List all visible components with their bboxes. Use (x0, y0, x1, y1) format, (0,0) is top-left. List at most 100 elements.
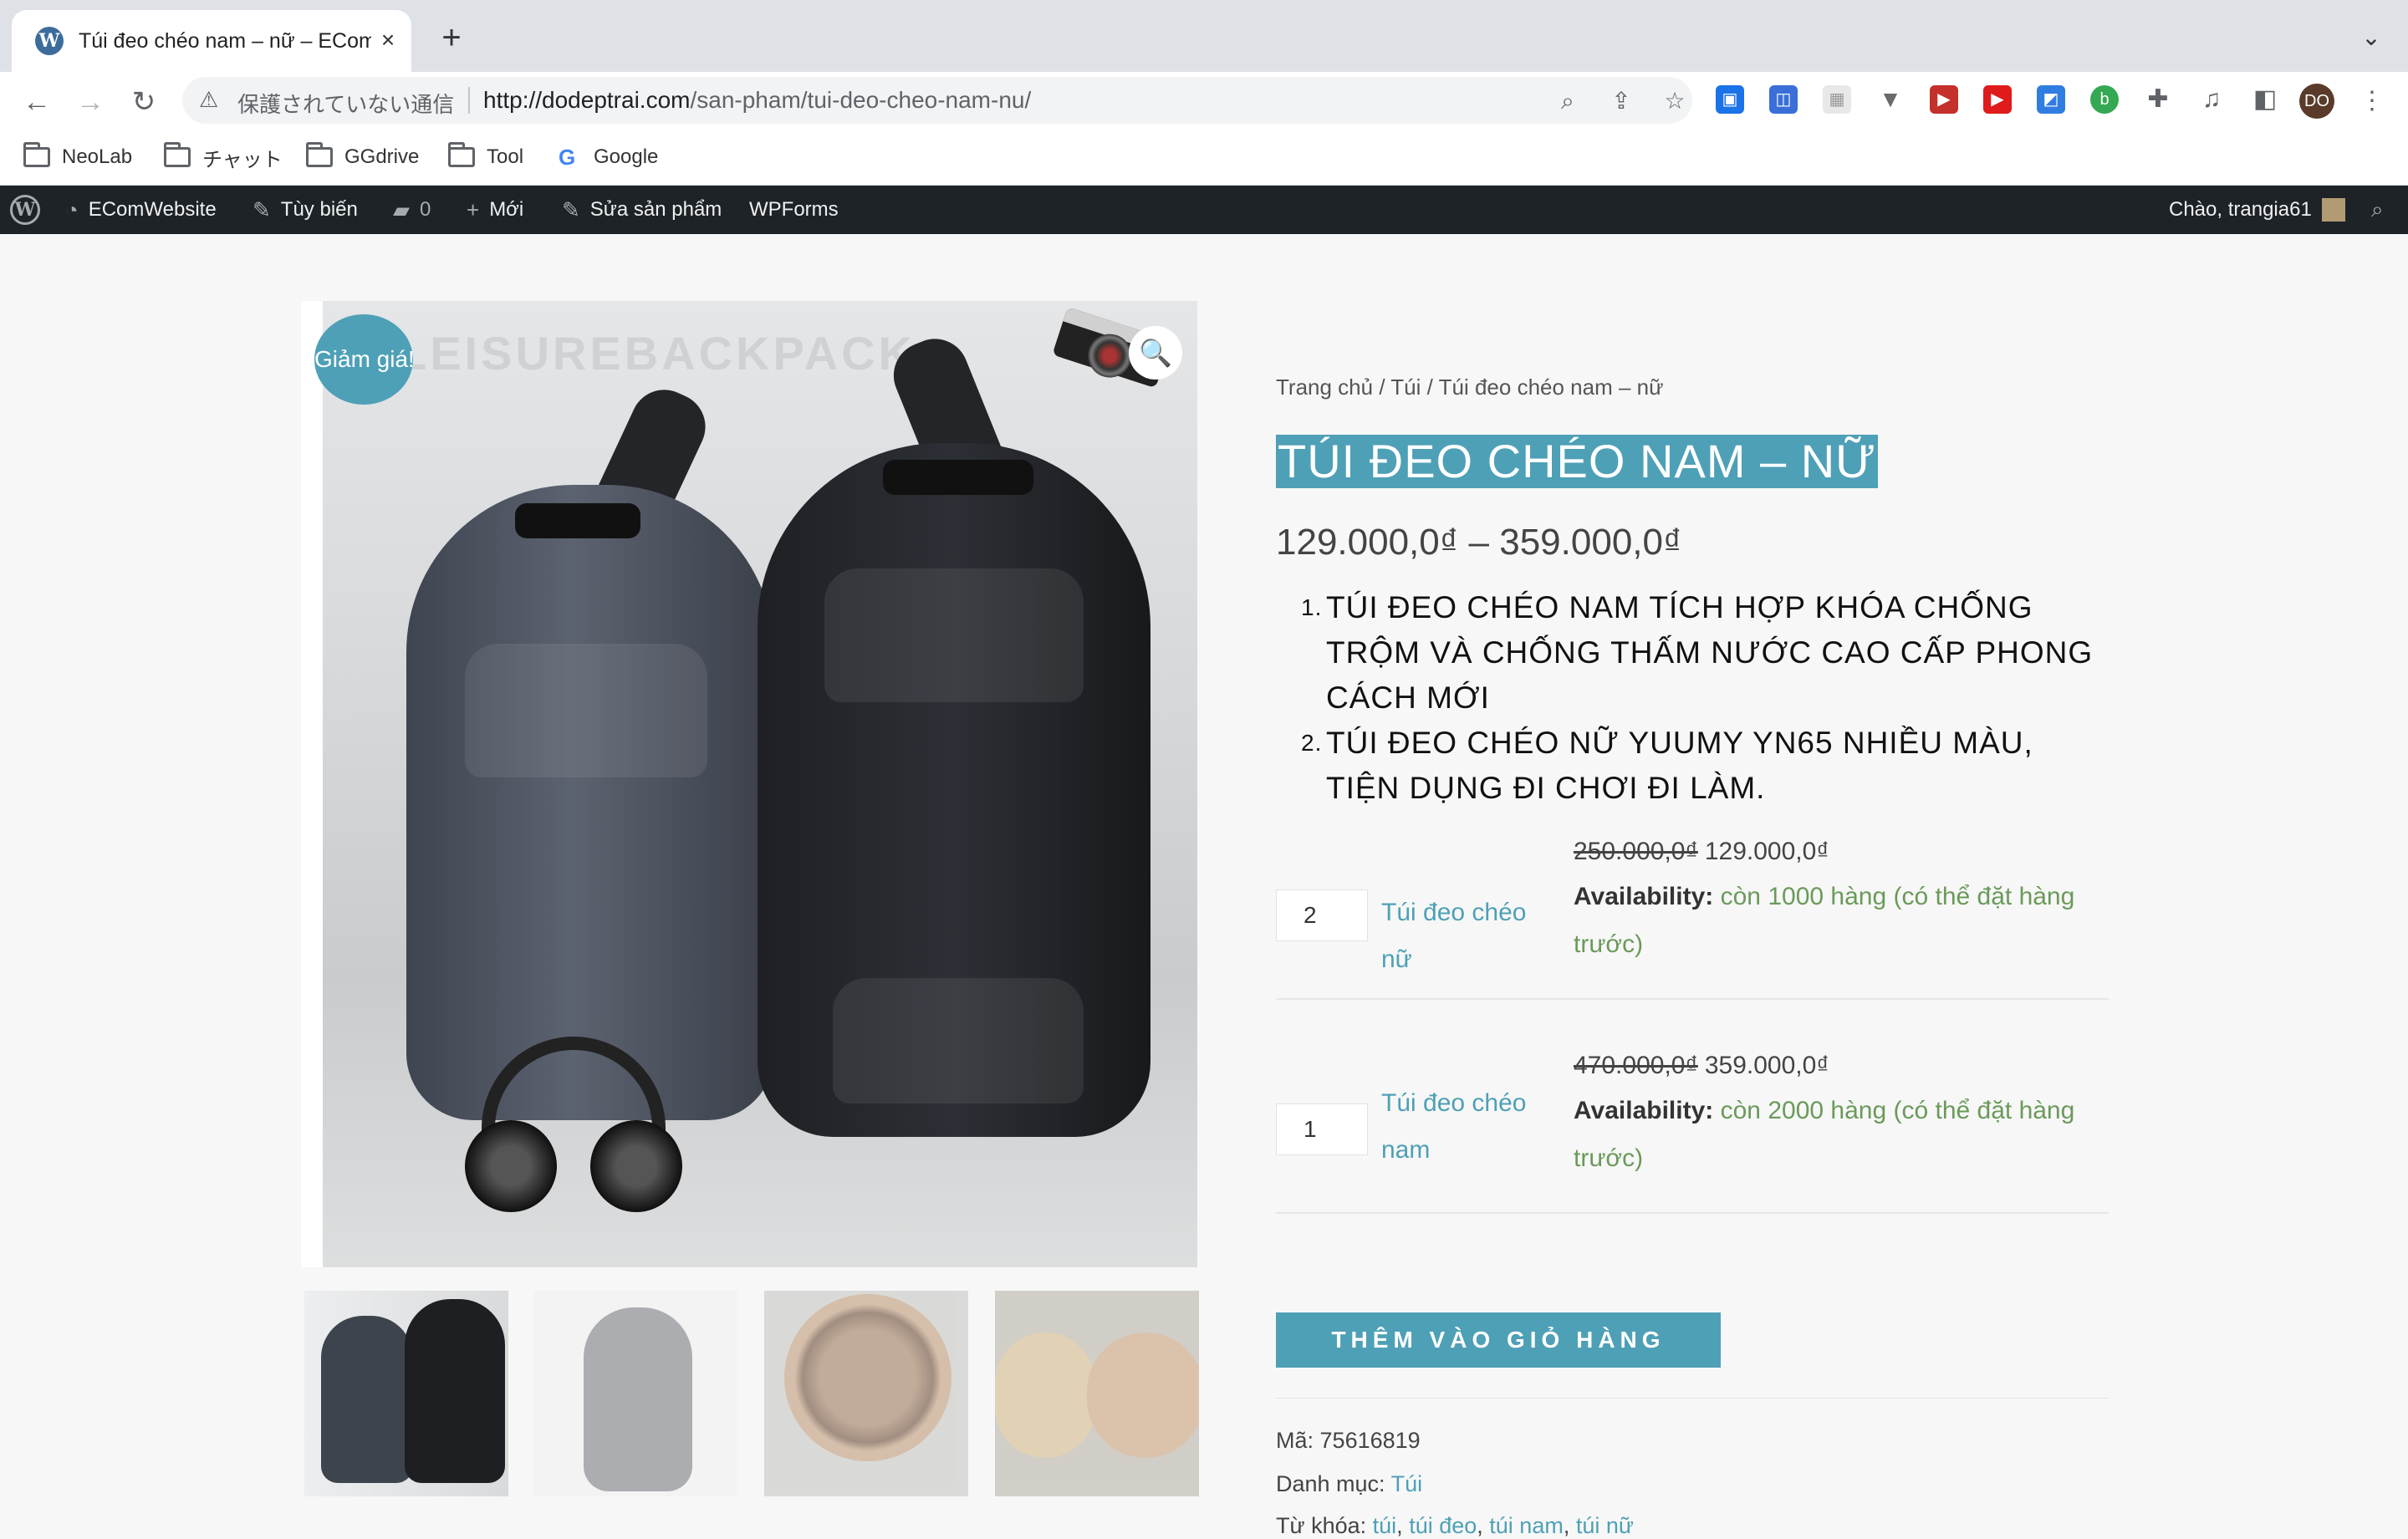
paintbrush-icon: ✎ (253, 196, 271, 222)
old-price: 250.000,0₫ (1574, 838, 1698, 865)
list-number: 2. (1301, 730, 1323, 756)
media-control-icon[interactable]: ♫ (2197, 85, 2226, 114)
extension-5-icon[interactable]: ▶ (1930, 85, 1958, 114)
quantity-input[interactable]: 2 (1276, 889, 1368, 941)
bag-gray (406, 485, 774, 1120)
zoom-magnifier-icon[interactable]: 🔍 (1129, 326, 1182, 380)
category-link[interactable]: Túi (1391, 1471, 1423, 1496)
new-label: Mới (489, 198, 524, 221)
bookmark-label: NeoLab (62, 145, 133, 168)
share-icon[interactable]: ⇪ (1607, 87, 1635, 115)
bookmark-google[interactable]: G Google (559, 142, 658, 172)
bookmark-label: GGdrive (344, 145, 420, 168)
wp-search-icon[interactable]: ⌕ (2371, 186, 2394, 234)
wpforms-label: WPForms (749, 198, 839, 221)
wp-new[interactable]: + Mới (467, 186, 523, 234)
tab-title: Túi đeo chéo nam – nữ – ECom (79, 29, 371, 53)
security-label: 保護されていない通信 (237, 92, 455, 117)
extension-youtube-icon[interactable]: ▶ (1983, 85, 2012, 114)
sale-price: 359.000,0₫ (1704, 1052, 1829, 1079)
url-text[interactable]: http://dodeptrai.com/san-pham/tui-deo-ch… (483, 87, 1031, 114)
google-icon: G (559, 145, 576, 170)
thumbnail-1[interactable] (304, 1291, 508, 1496)
variant-price: 250.000,0₫ 129.000,0₫ (1574, 838, 1829, 866)
wp-site-name[interactable]: ◔ EComWebsite (65, 186, 217, 234)
zoom-icon[interactable]: ⌕ (1553, 87, 1582, 115)
product-tags: Từ khóa: túi, túi đeo, túi nam, túi nữ (1276, 1513, 1634, 1538)
extension-vue-icon[interactable]: ▼ (1876, 85, 1905, 114)
availability-label: Availability: (1574, 883, 1714, 910)
thumb-bag (321, 1316, 413, 1483)
wp-comments[interactable]: ▰ 0 (393, 186, 431, 234)
thumb-bag (1087, 1333, 1199, 1458)
wp-wpforms[interactable]: WPForms (749, 186, 839, 234)
thumbnail-4[interactable] (995, 1291, 1199, 1496)
folder-icon (306, 142, 333, 167)
extension-7-icon[interactable]: ◩ (2037, 85, 2065, 114)
bookmarks-bar: NeoLab チャット GGdrive Tool G Google (0, 129, 2408, 186)
product-main-image[interactable]: LEISUREBACKPACK (323, 301, 1197, 1267)
address-separator (468, 87, 470, 114)
address-bar[interactable]: ⚠ 保護されていない通信 http://dodeptrai.com/san-ph… (182, 77, 1692, 124)
product-page: LEISUREBACKPACK Giảm giá! 🔍 Trang chủ / … (0, 234, 2408, 1538)
side-panel-icon[interactable]: ◧ (2251, 85, 2279, 114)
combination-lock (883, 460, 1033, 495)
variant-link[interactable]: Túi đeo chéo nam (1381, 1080, 1557, 1174)
bag-black (758, 443, 1150, 1137)
product-short-description: 1. TÚI ĐEO CHÉO NAM TÍCH HỢP KHÓA CHỐNG … (1301, 585, 2112, 811)
tag-link[interactable]: túi đeo (1409, 1513, 1477, 1538)
tag-link[interactable]: túi nữ (1576, 1513, 1634, 1538)
add-to-cart-button[interactable]: THÊM VÀO GIỎ HÀNG (1276, 1312, 1721, 1368)
bag-pocket (824, 568, 1084, 702)
extensions-puzzle-icon[interactable]: ✚ (2144, 85, 2172, 114)
bookmark-neolab[interactable]: NeoLab (23, 142, 132, 172)
tab-close-icon[interactable]: × (373, 25, 403, 55)
bookmark-ggdrive[interactable]: GGdrive (306, 142, 419, 172)
sku-value: 75616819 (1319, 1428, 1421, 1453)
headphones (448, 1037, 699, 1212)
greeting-label: Chào, trangia61 (2169, 198, 2312, 221)
tag-link[interactable]: túi (1373, 1513, 1397, 1538)
profile-avatar[interactable]: DO (2299, 84, 2334, 119)
folder-icon (23, 142, 50, 167)
plus-icon: + (467, 196, 480, 222)
wp-edit-product[interactable]: ✎ Sửa sản phẩm (562, 186, 722, 234)
bookmark-chat[interactable]: チャット (164, 142, 283, 172)
tag-link[interactable]: túi nam (1489, 1513, 1564, 1538)
extension-8-icon[interactable]: b (2090, 85, 2119, 114)
sku-label: Mã: (1276, 1428, 1314, 1453)
new-tab-button[interactable]: + (435, 21, 468, 55)
list-number: 1. (1301, 594, 1323, 620)
folder-icon (448, 142, 475, 167)
browser-menu-icon[interactable]: ⋮ (2358, 84, 2386, 119)
extension-2-icon[interactable]: ◫ (1769, 85, 1798, 114)
wp-account[interactable]: Chào, trangia61 (2169, 186, 2345, 234)
variant-availability: Availability: còn 1000 hàng (có thể đặt … (1574, 873, 2109, 968)
wordpress-logo-icon[interactable]: W (10, 195, 40, 225)
extension-1-icon[interactable]: ▣ (1716, 85, 1744, 114)
breadcrumb[interactable]: Trang chủ / Túi / Túi đeo chéo nam – nữ (1276, 375, 1664, 400)
bookmark-tool[interactable]: Tool (448, 142, 523, 172)
forward-arrow-icon[interactable]: → (72, 84, 109, 120)
variant-link[interactable]: Túi đeo chéo nữ (1381, 889, 1557, 983)
thumbnail-3[interactable] (764, 1291, 968, 1496)
comment-bubble-icon: ▰ (393, 196, 410, 222)
pencil-icon: ✎ (562, 196, 580, 222)
sale-price: 129.000,0₫ (1704, 838, 1829, 865)
quantity-input[interactable]: 1 (1276, 1103, 1368, 1155)
thumbnail-2[interactable] (533, 1291, 737, 1496)
customize-label: Tùy biến (280, 198, 358, 221)
bookmark-star-icon[interactable]: ☆ (1661, 87, 1689, 115)
bookmark-label: チャット (202, 148, 283, 171)
wp-customize[interactable]: ✎ Tùy biến (253, 186, 358, 234)
browser-tab-active[interactable]: W Túi đeo chéo nam – nữ – ECom × (12, 10, 411, 72)
site-name-label: EComWebsite (88, 198, 217, 221)
bookmark-label: Google (594, 145, 659, 168)
thumb-bag (995, 1333, 1095, 1458)
tab-search-chevron-icon[interactable]: ⌄ (2354, 23, 2388, 57)
image-background-text: LEISUREBACKPACK (398, 327, 916, 380)
extension-3-icon[interactable]: ▦ (1823, 85, 1851, 114)
description-text: TÚI ĐEO CHÉO NAM TÍCH HỢP KHÓA CHỐNG TRỘ… (1326, 590, 2094, 715)
back-arrow-icon[interactable]: ← (18, 84, 55, 120)
reload-icon[interactable]: ↻ (125, 84, 162, 120)
